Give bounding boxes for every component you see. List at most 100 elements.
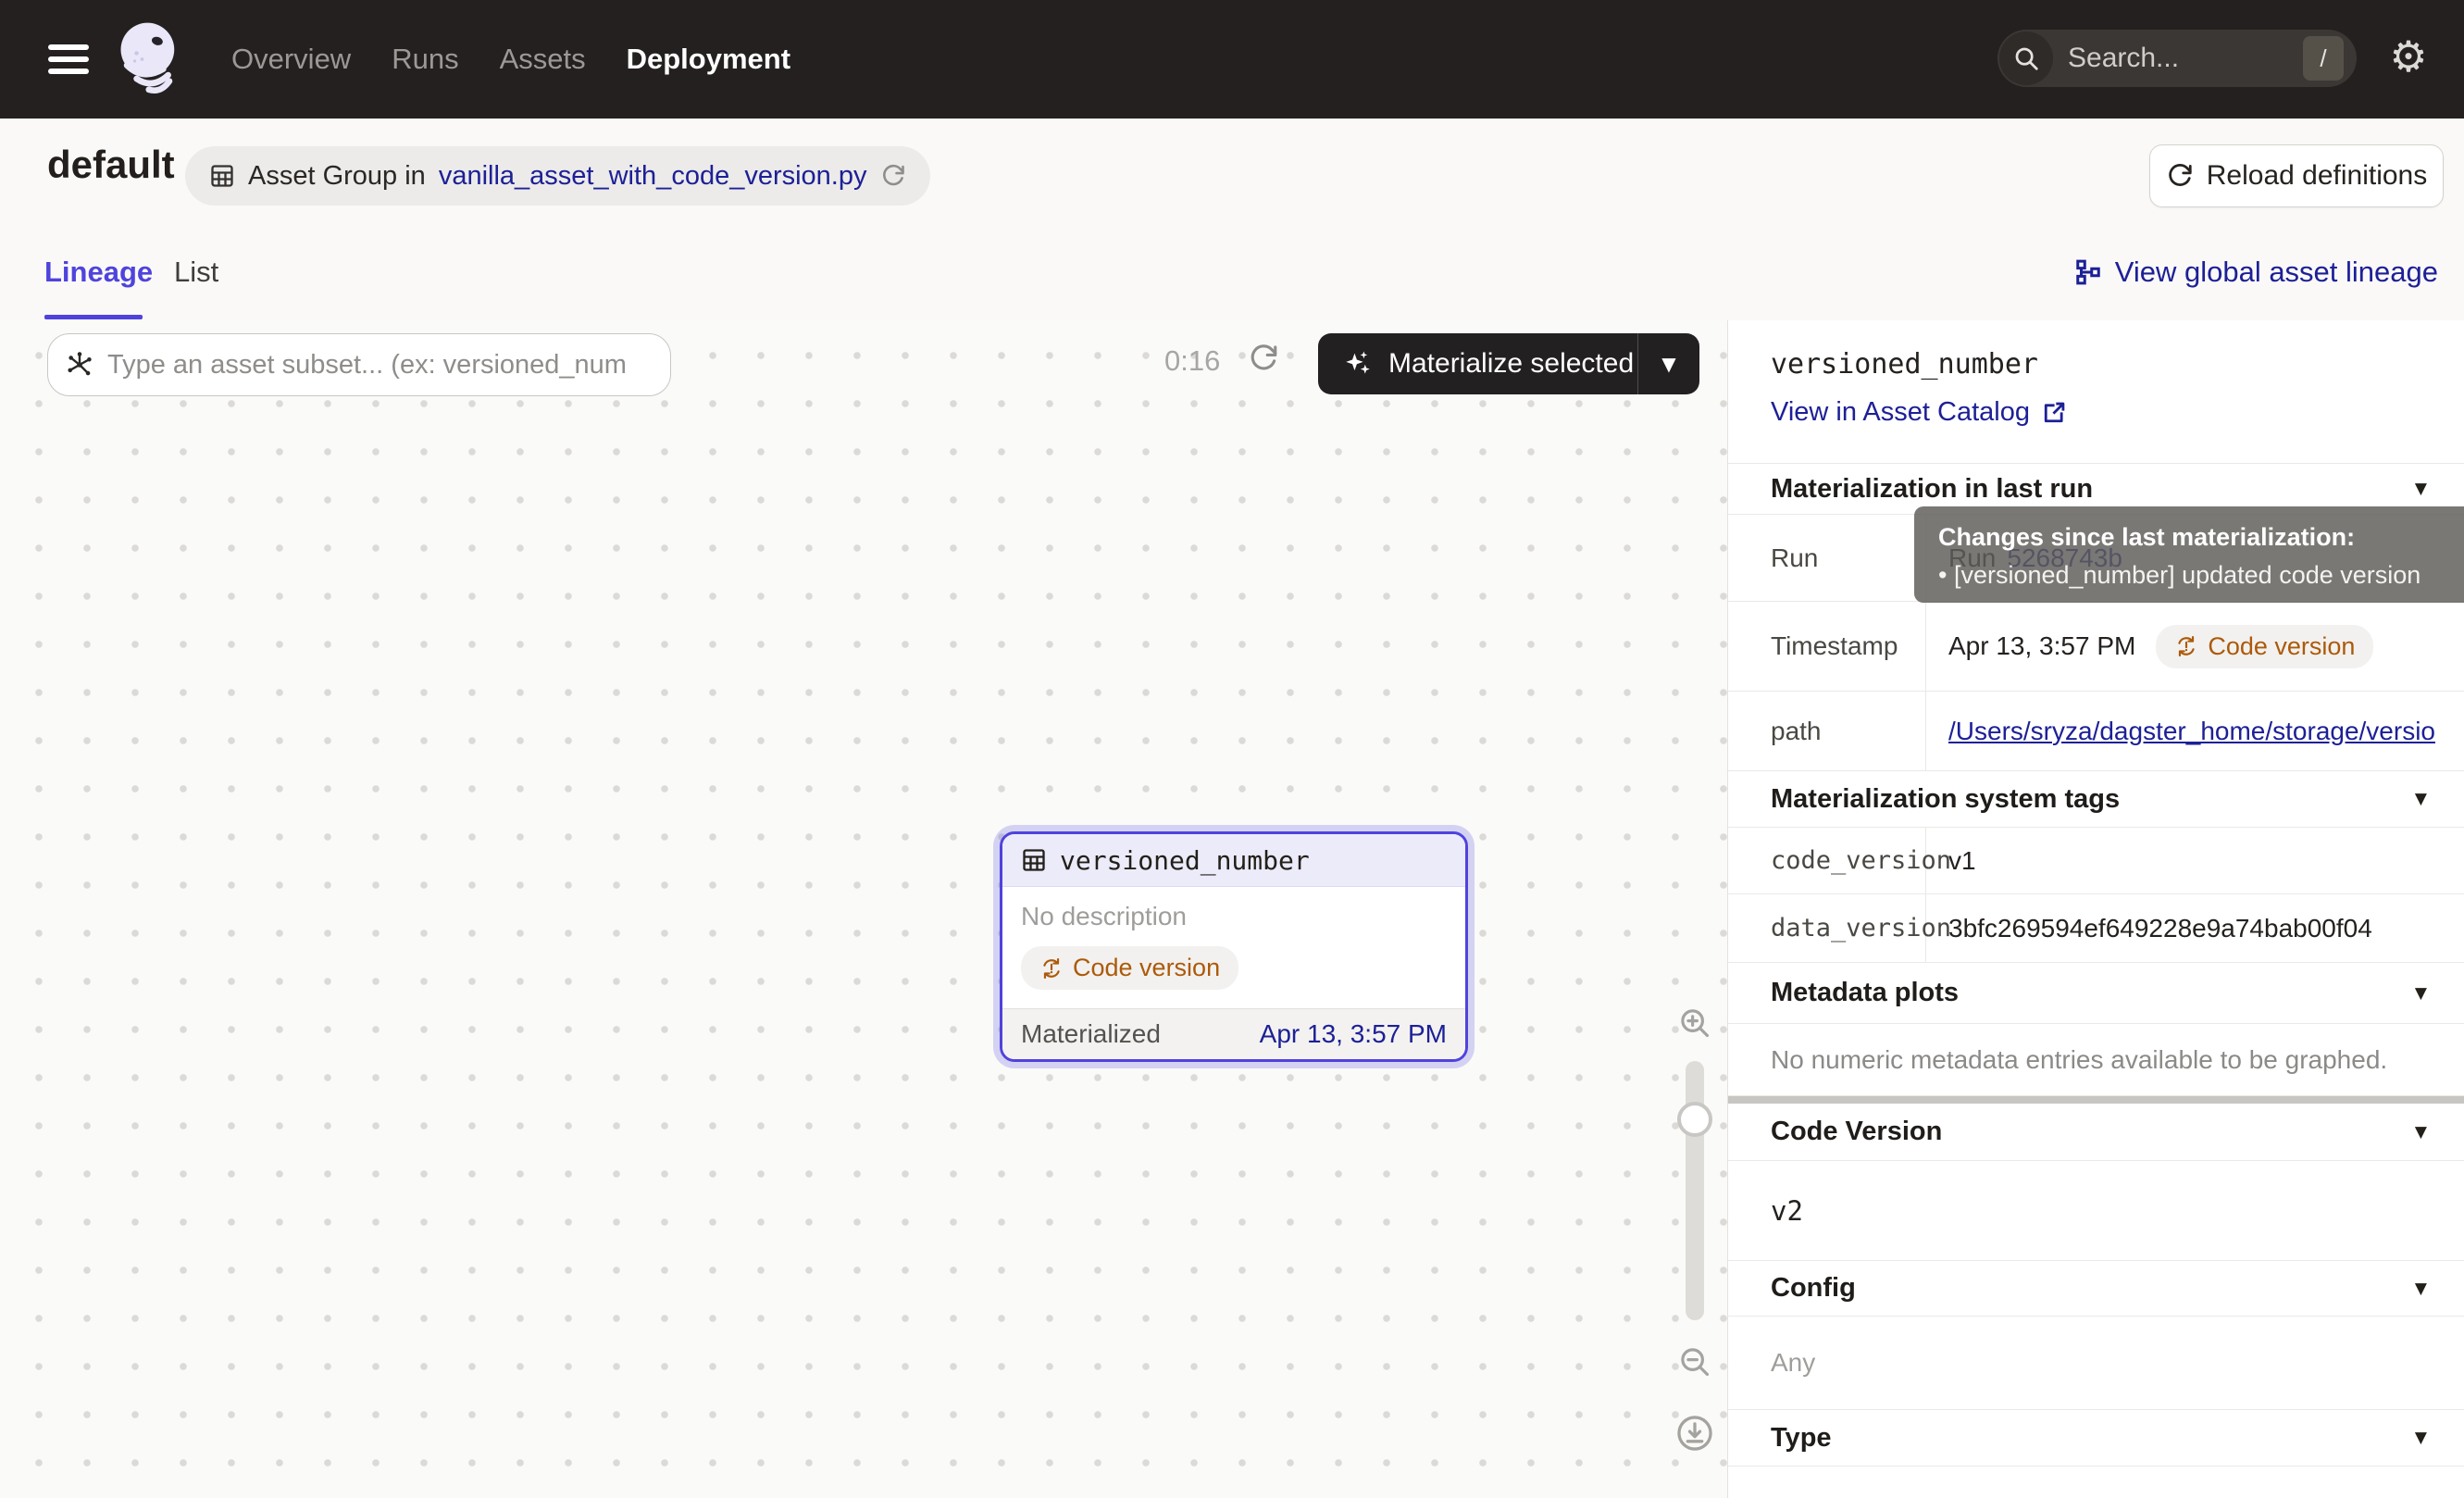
asset-node-body: No description Code version [1002,887,1465,1008]
zoom-out-icon[interactable] [1677,1344,1712,1379]
nav-item-runs[interactable]: Runs [392,43,458,76]
timestamp-label: Timestamp [1728,602,1926,691]
asset-group-label: Asset Group in [248,161,426,192]
sparkle-icon [1342,348,1374,380]
active-tab-underline [44,315,143,319]
dagster-logo-icon[interactable] [111,17,189,102]
hamburger-menu-icon[interactable] [48,44,89,74]
path-link[interactable]: /Users/sryza/dagster_home/storage/versio [1948,717,2435,746]
reload-definitions-button[interactable]: Reload definitions [2149,144,2444,207]
materialize-selected-label: Materialize selected [1388,348,1637,380]
row-timestamp: Timestamp Apr 13, 3:57 PM Code version [1728,602,2464,692]
section-title: Config [1771,1273,1856,1304]
section-title: Code Version [1771,1117,1942,1147]
section-type[interactable]: Type ▼ [1728,1410,2464,1467]
external-link-icon [2041,400,2067,426]
sync-alert-icon [2174,634,2198,658]
asset-details-panel: versioned_number View in Asset Catalog M… [1727,320,2464,1498]
global-search[interactable]: / [1997,30,2357,87]
chevron-down-icon: ▼ [2415,1123,2427,1142]
asset-node-title: versioned_number [1060,845,1310,876]
tab-lineage[interactable]: Lineage [44,256,153,289]
code-version-changed-badge: Code version [1021,946,1238,990]
section-config[interactable]: Config ▼ [1728,1261,2464,1317]
code-version-key: code_version [1728,828,1926,893]
section-code-version[interactable]: Code Version ▼ [1728,1104,2464,1161]
page-title: default [47,143,175,187]
asset-node-footer: Materialized Apr 13, 3:57 PM [1002,1008,1465,1059]
view-global-asset-lineage-link[interactable]: View global asset lineage [2074,256,2438,289]
section-title: Materialization system tags [1771,784,2120,815]
section-materialization-system-tags[interactable]: Materialization system tags ▼ [1728,771,2464,828]
data-version-value: 3bfc269594ef649228e9a74bab00f04 [1926,894,2464,962]
materialize-dropdown-caret[interactable]: ▼ [1638,353,1699,375]
asset-subset-filter [47,333,671,396]
asset-selection-icon [65,350,94,380]
section-metadata-plots[interactable]: Metadata plots ▼ [1728,963,2464,1024]
lineage-graph-icon [2074,258,2102,286]
view-in-asset-catalog-label: View in Asset Catalog [1771,397,2030,428]
code-version-value: v1 [1926,828,2464,893]
panel-asset-name: versioned_number [1771,348,2464,381]
tooltip-title: Changes since last materialization: [1938,523,2464,552]
nav-item-assets[interactable]: Assets [500,43,586,76]
run-label: Run [1728,515,1926,601]
asset-group-badge: Asset Group in vanilla_asset_with_code_v… [185,146,930,206]
graph-refresh-icon[interactable] [1248,343,1279,374]
tabs-row: Lineage List View global asset lineage [0,233,2464,321]
row-data-version-tag: data_version 3bfc269594ef649228e9a74bab0… [1728,894,2464,963]
changes-since-materialization-tooltip: Changes since last materialization: • [v… [1914,506,2464,603]
top-navbar: Overview Runs Assets Deployment / ⚙ [0,0,2464,119]
primary-nav: Overview Runs Assets Deployment [231,43,790,76]
chevron-down-icon: ▼ [2415,1429,2427,1447]
zoom-slider[interactable] [1686,1061,1704,1320]
chevron-down-icon: ▼ [2415,790,2427,808]
sync-alert-icon [1039,956,1064,980]
timestamp-value: Apr 13, 3:57 PM Code version [1926,602,2464,691]
table-grid-icon [1021,847,1047,873]
timestamp-text: Apr 13, 3:57 PM [1948,631,2135,661]
tooltip-bullet: • [versioned_number] updated code versio… [1938,561,2464,590]
settings-gear-icon[interactable]: ⚙ [2383,28,2434,85]
asset-node-versioned-number[interactable]: versioned_number No description Code ver… [1000,831,1468,1062]
panel-section-divider [1728,1096,2464,1104]
view-global-asset-lineage-label: View global asset lineage [2115,256,2438,289]
asset-node-description: No description [1021,902,1447,931]
view-in-asset-catalog-link[interactable]: View in Asset Catalog [1771,397,2067,428]
refresh-location-icon[interactable] [880,163,906,189]
materialize-selected-button[interactable]: Materialize selected ▼ [1318,333,1699,394]
chevron-down-icon: ▼ [2415,1280,2427,1298]
row-path: path /Users/sryza/dagster_home/storage/v… [1728,692,2464,771]
zoom-in-icon[interactable] [1677,1005,1712,1041]
tab-list[interactable]: List [174,256,218,289]
asset-node-header: versioned_number [1002,834,1465,887]
row-code-version-tag: code_version v1 [1728,828,2464,894]
zoom-slider-handle[interactable] [1677,1102,1712,1137]
metadata-plots-empty-message: No numeric metadata entries available to… [1728,1024,2464,1096]
config-value: Any [1728,1317,2464,1410]
download-image-icon[interactable] [1674,1413,1715,1454]
code-location-link[interactable]: vanilla_asset_with_code_version.py [439,161,867,192]
search-shortcut-key: / [2303,36,2344,81]
materialized-timestamp[interactable]: Apr 13, 3:57 PM [1260,1019,1447,1049]
section-title: Metadata plots [1771,978,1959,1008]
nav-item-deployment[interactable]: Deployment [627,43,790,76]
code-version-current-value: v2 [1728,1161,2464,1261]
materialized-status-label: Materialized [1021,1019,1161,1049]
dagster-app: Overview Runs Assets Deployment / ⚙ defa… [0,0,2464,1498]
search-input[interactable] [2066,42,2303,75]
refresh-countdown: 0:16 [1164,344,1220,378]
asset-group-grid-icon [209,163,235,189]
asset-subset-input[interactable] [106,349,653,381]
nav-item-overview[interactable]: Overview [231,43,351,76]
code-version-badge-label: Code version [1073,954,1220,982]
canvas-zoom-controls [1662,1005,1727,1454]
page-header: default Asset Group in vanilla_asset_wit… [0,119,2464,233]
chevron-down-icon: ▼ [2415,984,2427,1003]
section-title: Materialization in last run [1771,474,2093,505]
path-label: path [1728,692,1926,770]
chevron-down-icon: ▼ [2415,480,2427,498]
lineage-canvas[interactable]: 0:16 Materialize selected ▼ [0,320,1727,1498]
reload-icon [2166,162,2194,190]
code-version-changed-badge: Code version [2156,625,2373,668]
